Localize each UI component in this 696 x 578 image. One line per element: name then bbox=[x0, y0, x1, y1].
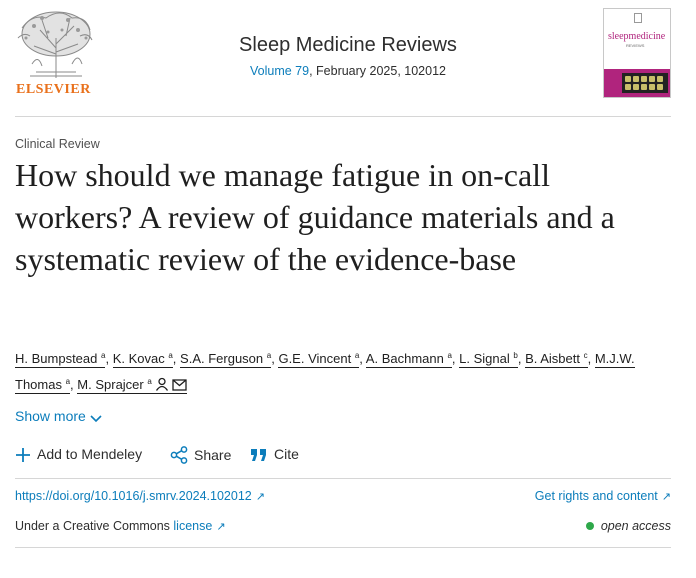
author-name: L. Signal bbox=[459, 351, 510, 366]
author-name: B. Aisbett bbox=[525, 351, 580, 366]
show-more-button[interactable]: Show more bbox=[15, 408, 102, 424]
author-separator: , bbox=[517, 351, 526, 366]
publisher-name: ELSEVIER bbox=[16, 82, 91, 97]
external-link-icon: ↗ bbox=[661, 491, 671, 503]
rights-text: Get rights and content bbox=[534, 489, 658, 503]
open-access-dot-icon bbox=[585, 522, 594, 530]
doi-text: https://doi.org/10.1016/j.smrv.2024.1020… bbox=[15, 489, 252, 503]
share-label: Share bbox=[194, 447, 232, 463]
affiliation-marker: a bbox=[147, 377, 152, 386]
author-list: H. Bumpstead a, K. Kovac a, S.A. Ferguso… bbox=[15, 344, 675, 396]
mendeley-label: Add to Mendeley bbox=[37, 446, 143, 462]
external-link-icon: ↗ bbox=[216, 521, 226, 533]
author-link[interactable]: M. Sprajcer a bbox=[77, 377, 187, 394]
cover-title: sleepmedicine bbox=[608, 31, 666, 42]
cite-button[interactable]: Cite bbox=[250, 446, 299, 463]
issue-details: , February 2025, 102012 bbox=[309, 64, 446, 78]
volume-link[interactable]: Volume 79 bbox=[250, 64, 309, 78]
author-link[interactable]: K. Kovac a bbox=[112, 351, 173, 368]
author-name: A. Bachmann bbox=[365, 351, 444, 366]
journal-title[interactable]: Sleep Medicine Reviews bbox=[0, 34, 696, 57]
cover-subtitle: REVIEWS bbox=[626, 43, 645, 48]
toolbar-divider bbox=[15, 478, 671, 479]
cover-logo-icon bbox=[634, 13, 642, 23]
quote-icon bbox=[251, 449, 266, 461]
license-link[interactable]: license ↗ bbox=[173, 519, 225, 533]
article-section-label: Clinical Review bbox=[15, 137, 100, 151]
doi-link[interactable]: https://doi.org/10.1016/j.smrv.2024.1020… bbox=[15, 489, 265, 503]
author-name: H. Bumpstead bbox=[15, 351, 98, 366]
author-link[interactable]: L. Signal b bbox=[459, 351, 518, 368]
author-link[interactable]: G.E. Vincent a bbox=[278, 351, 360, 368]
rights-link[interactable]: Get rights and content ↗ bbox=[535, 489, 671, 503]
journal-cover-thumbnail[interactable]: sleepmedicine REVIEWS bbox=[603, 8, 671, 98]
chevron-down-icon bbox=[90, 415, 102, 423]
article-header: ELSEVIER Sleep Medicine Reviews Volume 7… bbox=[0, 0, 696, 116]
open-access-label: open access bbox=[600, 519, 671, 533]
header-divider bbox=[15, 116, 671, 117]
email-icon bbox=[172, 379, 187, 391]
license-prefix: Under a Creative Commons bbox=[15, 519, 174, 533]
author-name: K. Kovac bbox=[112, 351, 165, 366]
author-link[interactable]: H. Bumpstead a bbox=[15, 351, 106, 368]
license-line: Under a Creative Commons license ↗ bbox=[15, 519, 226, 533]
share-button[interactable]: Share bbox=[170, 446, 231, 464]
add-to-mendeley-button[interactable]: Add to Mendeley bbox=[15, 446, 142, 463]
author-separator: , bbox=[172, 351, 181, 366]
author-name: M. Sprajcer bbox=[77, 377, 144, 392]
plus-icon bbox=[16, 448, 30, 462]
external-link-icon: ↗ bbox=[255, 491, 265, 503]
author-separator: , bbox=[587, 351, 595, 366]
author-link[interactable]: B. Aisbett c bbox=[525, 351, 588, 368]
author-link[interactable]: A. Bachmann a bbox=[365, 351, 452, 368]
author-name: S.A. Ferguson bbox=[180, 351, 264, 366]
share-icon bbox=[170, 446, 188, 464]
author-name: G.E. Vincent bbox=[278, 351, 352, 366]
cite-label: Cite bbox=[274, 446, 299, 462]
author-link[interactable]: S.A. Ferguson a bbox=[180, 351, 272, 368]
person-icon bbox=[155, 377, 168, 391]
license-link-text: license bbox=[173, 519, 213, 533]
volume-line: Volume 79, February 2025, 102012 bbox=[0, 64, 696, 78]
cover-image bbox=[622, 73, 668, 93]
article-title: How should we manage fatigue in on-call … bbox=[15, 157, 615, 277]
footer-divider bbox=[15, 547, 671, 548]
show-more-label: Show more bbox=[15, 408, 86, 424]
author-separator: , bbox=[105, 351, 113, 366]
open-access-badge: open access bbox=[585, 519, 671, 533]
